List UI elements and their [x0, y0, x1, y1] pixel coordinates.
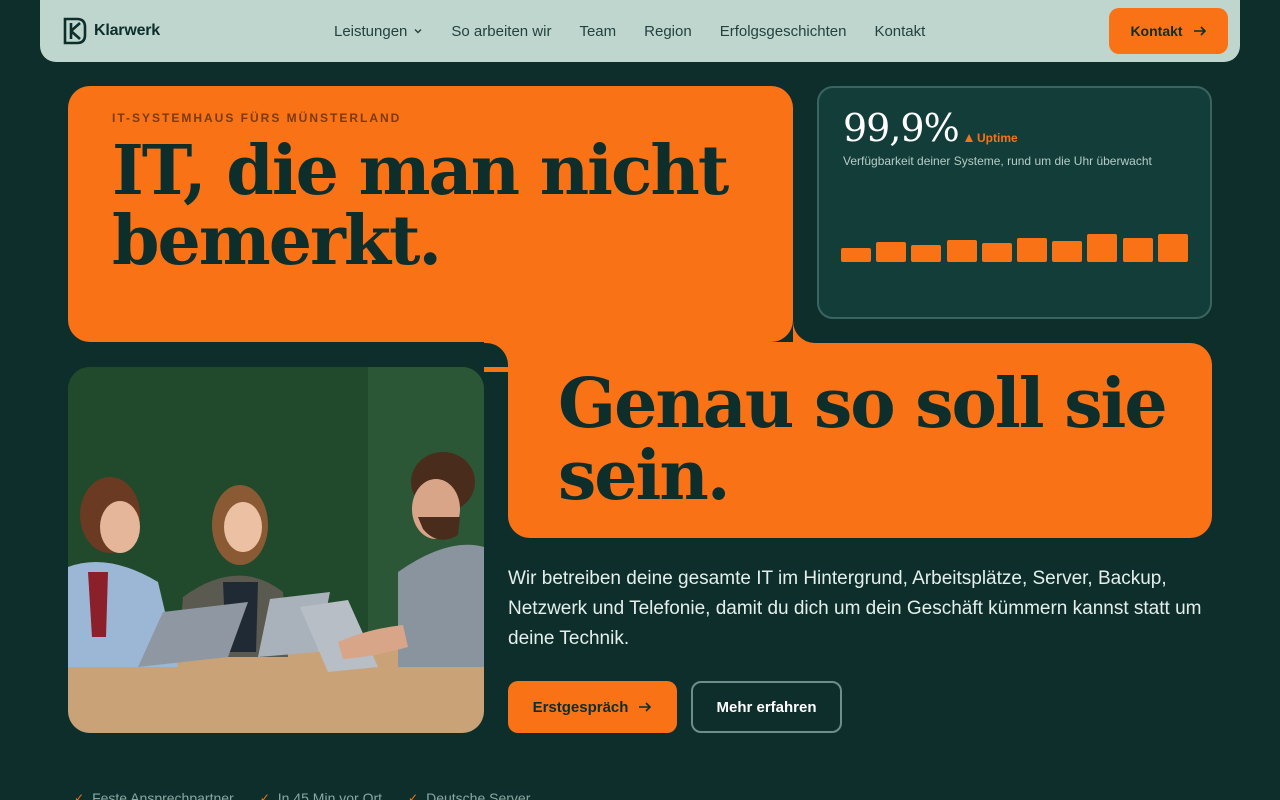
- erstgespraech-button[interactable]: Erstgespräch: [508, 681, 677, 733]
- trust-item: ✓ In 45 Min vor Ort: [260, 790, 382, 800]
- nav-item-erfolgsgeschichten[interactable]: Erfolgsgeschichten: [720, 23, 847, 40]
- nav-item-so-arbeiten-wir[interactable]: So arbeiten wir: [451, 23, 551, 40]
- uptime-card: 99,9% Uptime Verfügbarkeit deiner System…: [817, 86, 1212, 319]
- contact-cta-button[interactable]: Kontakt: [1109, 8, 1228, 54]
- hero-panel-corner: [793, 320, 817, 343]
- trust-item-label: Feste Ansprechpartner: [92, 790, 234, 800]
- team-meeting-photo: [68, 367, 484, 733]
- uptime-caption: Verfügbarkeit deiner Systeme, rund um di…: [843, 154, 1152, 168]
- uptime-bar: [1122, 238, 1153, 262]
- top-navigation: Klarwerk Leistungen So arbeiten wir Team…: [40, 0, 1240, 62]
- uptime-bar: [1052, 241, 1083, 262]
- uptime-badge: Uptime: [965, 131, 1018, 145]
- mehr-erfahren-button[interactable]: Mehr erfahren: [691, 681, 842, 733]
- trust-item: ✓ Deutsche Server: [408, 790, 530, 800]
- hero-headline: IT, die man nicht bemerkt.: [112, 131, 729, 281]
- nav-item-label: Leistungen: [334, 22, 408, 40]
- uptime-value: 99,9%: [843, 106, 960, 150]
- uptime-bar: [1017, 238, 1047, 262]
- nav-item-kontakt[interactable]: Kontakt: [874, 23, 925, 40]
- check-icon: ✓: [408, 791, 419, 800]
- uptime-bar: [946, 240, 977, 262]
- brand-logo[interactable]: Klarwerk: [62, 17, 160, 45]
- uptime-bar-chart: [841, 218, 1191, 262]
- uptime-bar: [1087, 234, 1118, 262]
- check-icon: ✓: [259, 791, 270, 800]
- uptime-badge-label: Uptime: [977, 131, 1018, 145]
- hero-subheadline: Genau so soll sie sein.: [558, 364, 1168, 516]
- trust-item: ✓ Feste Ansprechpartner: [74, 790, 234, 800]
- erstgespraech-label: Erstgespräch: [532, 698, 629, 716]
- nav-item-leistungen[interactable]: Leistungen: [334, 23, 423, 40]
- chevron-down-icon: [414, 29, 422, 34]
- uptime-bar: [1157, 234, 1188, 262]
- check-icon: ✓: [74, 791, 85, 800]
- hero-eyebrow: IT-SYSTEMHAUS FÜRS MÜNSTERLAND: [112, 111, 402, 125]
- arrow-right-icon: [639, 702, 652, 712]
- uptime-bar: [876, 242, 907, 262]
- team-meeting-illustration: [68, 367, 484, 733]
- nav-item-team[interactable]: Team: [579, 23, 616, 40]
- trend-up-icon: [965, 134, 973, 142]
- uptime-bar: [981, 243, 1012, 262]
- nav-item-region[interactable]: Region: [644, 23, 692, 40]
- hero-panel-corner: [484, 343, 508, 367]
- uptime-bar: [841, 248, 871, 262]
- trust-item-label: In 45 Min vor Ort: [277, 790, 383, 800]
- arrow-right-icon: [1193, 26, 1206, 36]
- trust-item-label: Deutsche Server: [426, 790, 531, 800]
- brand-name: Klarwerk: [94, 22, 160, 39]
- klarwerk-logo-icon: [63, 17, 87, 45]
- contact-cta-label: Kontakt: [1130, 23, 1183, 39]
- hero-lead-text: Wir betreiben deine gesamte IT im Hinter…: [508, 568, 1202, 649]
- trust-row: ✓ Feste Ansprechpartner ✓ In 45 Min vor Or…: [74, 790, 530, 800]
- nav-links: Leistungen So arbeiten wir Team Region E…: [334, 0, 953, 62]
- uptime-bar: [911, 245, 942, 262]
